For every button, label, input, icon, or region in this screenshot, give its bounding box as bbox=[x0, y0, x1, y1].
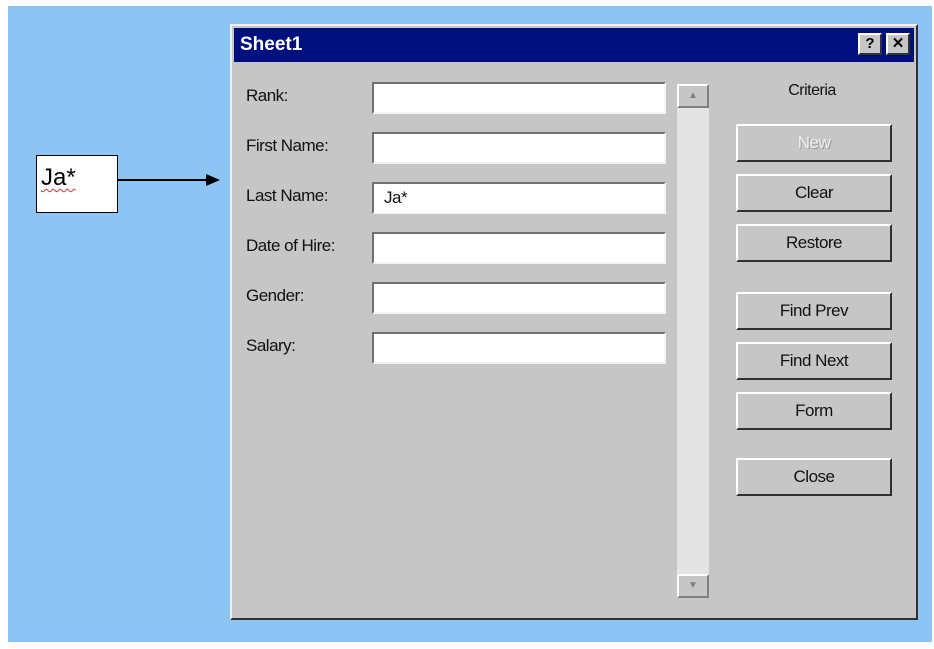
salary-label: Salary: bbox=[246, 336, 296, 355]
find-prev-button[interactable]: Find Prev bbox=[736, 292, 892, 330]
gender-field[interactable] bbox=[372, 282, 666, 314]
last-name-field[interactable]: Ja* bbox=[372, 182, 666, 214]
first-name-field[interactable] bbox=[372, 132, 666, 164]
rank-field[interactable] bbox=[372, 82, 666, 114]
salary-field[interactable] bbox=[372, 332, 666, 364]
find-next-button[interactable]: Find Next bbox=[736, 342, 892, 380]
callout-arrow bbox=[118, 174, 220, 186]
dialog-title: Sheet1 bbox=[240, 34, 303, 55]
rank-label: Rank: bbox=[246, 86, 288, 105]
scroll-up-icon[interactable]: ▲ bbox=[677, 84, 709, 108]
new-button[interactable]: New bbox=[736, 124, 892, 162]
first-name-label: First Name: bbox=[246, 136, 329, 155]
close-button[interactable]: Close bbox=[736, 458, 892, 496]
callout-box: Ja* bbox=[36, 155, 118, 213]
data-form-dialog: Sheet1 ? ✕ Rank: First Name: Last Name: … bbox=[230, 24, 918, 620]
criteria-label: Criteria bbox=[788, 82, 836, 99]
restore-button[interactable]: Restore bbox=[736, 224, 892, 262]
date-of-hire-label: Date of Hire: bbox=[246, 236, 335, 255]
last-name-label: Last Name: bbox=[246, 186, 328, 205]
clear-button[interactable]: Clear bbox=[736, 174, 892, 212]
form-button[interactable]: Form bbox=[736, 392, 892, 430]
help-button[interactable]: ? bbox=[858, 33, 882, 55]
record-scrollbar[interactable]: ▲ ▼ bbox=[677, 84, 709, 598]
close-window-button[interactable]: ✕ bbox=[886, 33, 910, 55]
title-bar[interactable]: Sheet1 ? ✕ bbox=[234, 28, 914, 62]
gender-label: Gender: bbox=[246, 286, 304, 305]
callout-text: Ja* bbox=[41, 164, 76, 191]
scroll-down-icon[interactable]: ▼ bbox=[677, 574, 709, 598]
date-of-hire-field[interactable] bbox=[372, 232, 666, 264]
